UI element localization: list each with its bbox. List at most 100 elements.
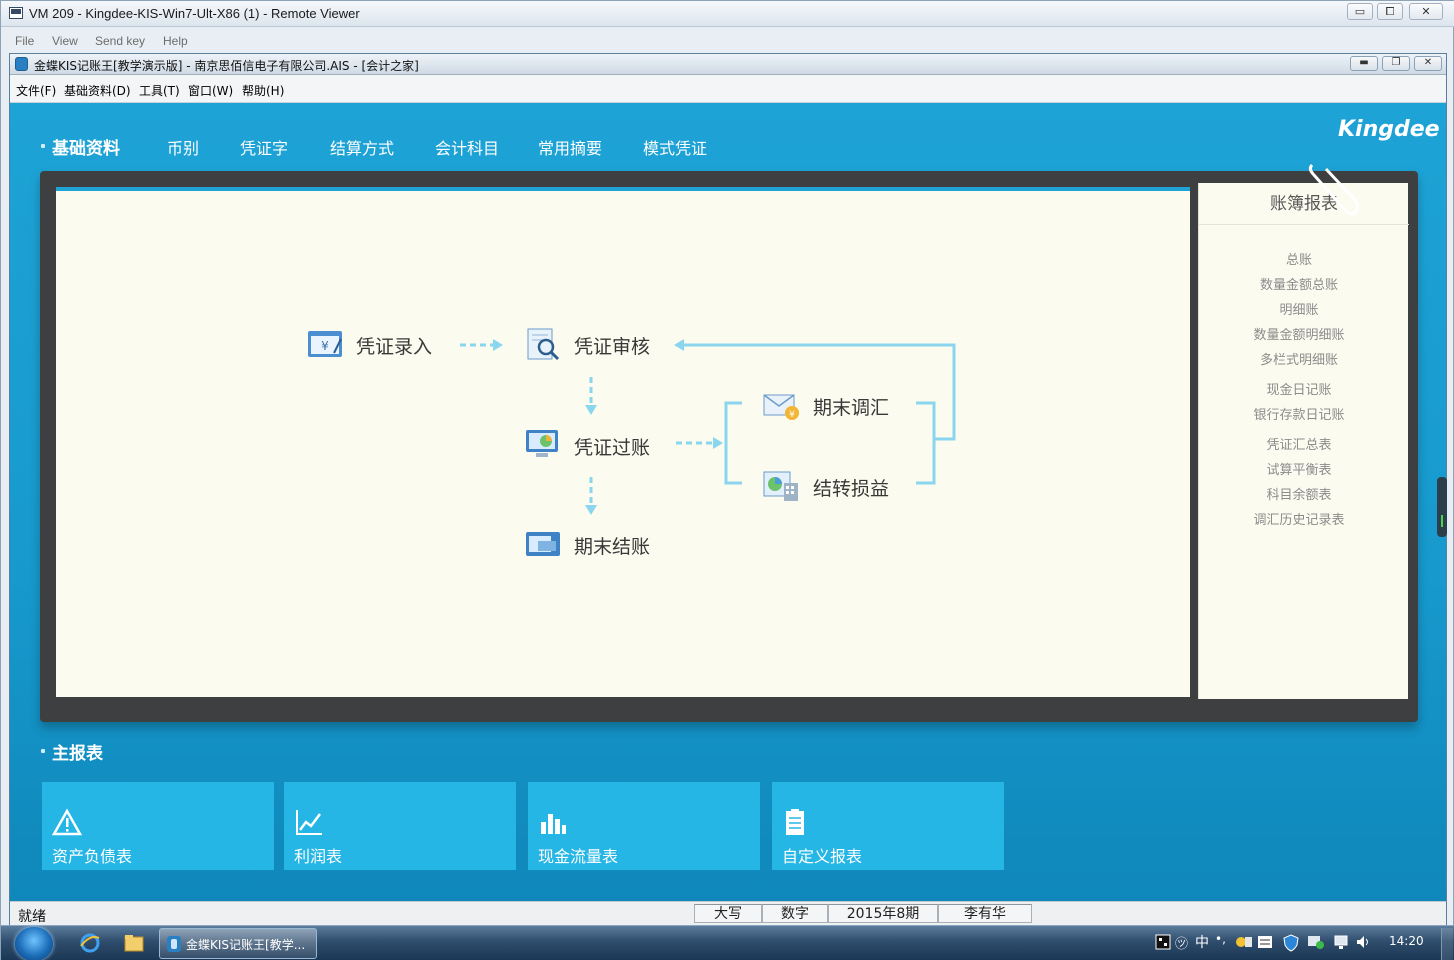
viewer-title-bar: VM 209 - Kingdee-KIS-Win7-Ult-X86 (1) - … bbox=[1, 1, 1454, 27]
period-close-icon[interactable] bbox=[524, 527, 562, 561]
ledger-multi-column[interactable]: 多栏式明细账 bbox=[1199, 349, 1399, 368]
windows-taskbar: 金蝶KIS记账王[教学... ㋡ 中 •, 14:20 bbox=[1, 925, 1454, 960]
ledger-bank-journal[interactable]: 银行存款日记账 bbox=[1199, 404, 1399, 423]
carry-forward-label[interactable]: 结转损益 bbox=[813, 474, 889, 501]
ime-toolbar-icon[interactable] bbox=[1235, 934, 1253, 950]
status-numlock: 数字 bbox=[762, 904, 828, 923]
kingdee-logo: Kingdee bbox=[1338, 117, 1440, 142]
viewer-maximize-button[interactable]: ⧠ bbox=[1377, 3, 1403, 20]
tab-common-summary[interactable]: 常用摘要 bbox=[538, 135, 602, 159]
paper-clip-icon bbox=[1308, 163, 1360, 216]
tile-balance-sheet[interactable]: 资产负债表 bbox=[42, 782, 274, 870]
period-close-label[interactable]: 期末结账 bbox=[574, 532, 650, 559]
tab-template-voucher[interactable]: 模式凭证 bbox=[643, 135, 707, 159]
period-adjust-label[interactable]: 期末调汇 bbox=[813, 393, 889, 420]
ledger-reports-panel: 账簿报表 总账 数量金额总账 明细账 数量金额明细账 多栏式明细账 现金日记账 … bbox=[1198, 183, 1409, 699]
menu-base-data[interactable]: 基础资料(D) bbox=[64, 82, 131, 99]
report-voucher-summary[interactable]: 凭证汇总表 bbox=[1199, 434, 1399, 453]
viewer-minimize-button[interactable]: ▭ bbox=[1347, 3, 1373, 20]
viewer-title: VM 209 - Kingdee-KIS-Win7-Ult-X86 (1) - … bbox=[29, 6, 360, 21]
status-bar: 就绪 大写 数字 2015年8期 李有华 bbox=[10, 901, 1446, 925]
app-restore-button[interactable]: ❐ bbox=[1382, 56, 1410, 71]
viewer-menu-help[interactable]: Help bbox=[163, 34, 188, 48]
remote-viewer-window: VM 209 - Kingdee-KIS-Win7-Ult-X86 (1) - … bbox=[0, 0, 1454, 960]
menu-help[interactable]: 帮助(H) bbox=[242, 82, 284, 99]
viewer-side-scrollbar[interactable] bbox=[1437, 477, 1447, 537]
viewer-menu-file[interactable]: File bbox=[15, 34, 34, 48]
tab-voucher-word[interactable]: 凭证字 bbox=[240, 135, 288, 159]
tile-income-statement-label: 利润表 bbox=[294, 847, 343, 866]
status-period: 2015年8期 bbox=[828, 904, 938, 923]
ime-punctuation-icon[interactable]: •, bbox=[1215, 932, 1226, 946]
line-chart-icon bbox=[296, 810, 322, 835]
file-explorer-icon[interactable] bbox=[123, 932, 145, 954]
tile-custom-report-label: 自定义报表 bbox=[782, 847, 863, 866]
tile-cash-flow-label: 现金流量表 bbox=[538, 847, 619, 866]
ledger-detail[interactable]: 明细账 bbox=[1199, 299, 1399, 318]
menu-file[interactable]: 文件(F) bbox=[16, 82, 56, 99]
input-method-icon[interactable] bbox=[1155, 934, 1171, 950]
internet-explorer-icon[interactable] bbox=[79, 932, 101, 954]
svg-text:¥: ¥ bbox=[321, 339, 329, 353]
workflow-canvas: ¥ 凭证录入 凭证审核 凭证过账 期末结账 ¥ 期末调汇 结转损益 bbox=[56, 187, 1190, 697]
section-bullet bbox=[41, 749, 45, 753]
app-minimize-button[interactable]: ▬ bbox=[1350, 56, 1378, 71]
menu-tools[interactable]: 工具(T) bbox=[139, 82, 180, 99]
report-trial-balance[interactable]: 试算平衡表 bbox=[1199, 459, 1399, 478]
bar-chart-icon bbox=[541, 814, 566, 834]
warning-triangle-icon bbox=[52, 808, 82, 836]
voucher-entry-icon[interactable]: ¥ bbox=[306, 327, 344, 361]
viewer-menu-view[interactable]: View bbox=[52, 34, 78, 48]
ime-mode-indicator: ㋡ bbox=[1175, 937, 1189, 952]
menu-window[interactable]: 窗口(W) bbox=[188, 82, 233, 99]
viewer-menu-bar: File View Send key Help bbox=[1, 31, 1454, 53]
taskbar-kis-app[interactable]: 金蝶KIS记账王[教学... bbox=[159, 928, 317, 959]
kingdee-app-icon bbox=[15, 57, 28, 71]
taskbar-clock[interactable]: 14:20 bbox=[1389, 934, 1424, 948]
reports-section-title: 主报表 bbox=[52, 744, 103, 764]
status-caps: 大写 bbox=[694, 904, 762, 923]
ledger-panel-title: 账簿报表 bbox=[1199, 183, 1409, 225]
kis-app-window: 金蝶KIS记账王[教学演示版] - 南京思佰信电子有限公司.AIS - [会计之… bbox=[9, 53, 1447, 925]
ledger-general[interactable]: 总账 bbox=[1199, 249, 1399, 268]
voucher-review-label[interactable]: 凭证审核 bbox=[574, 332, 650, 359]
ledger-cash-journal[interactable]: 现金日记账 bbox=[1199, 379, 1399, 398]
svg-text:¥: ¥ bbox=[789, 410, 795, 420]
status-ready: 就绪 bbox=[18, 909, 46, 925]
tile-balance-sheet-label: 资产负债表 bbox=[52, 847, 133, 866]
tile-income-statement[interactable]: 利润表 bbox=[284, 782, 516, 870]
tab-settlement-method[interactable]: 结算方式 bbox=[330, 135, 394, 159]
network-icon[interactable] bbox=[1333, 934, 1349, 950]
ime-language[interactable]: 中 bbox=[1195, 932, 1209, 952]
viewer-close-button[interactable]: ✕ bbox=[1409, 3, 1443, 20]
report-adjust-history[interactable]: 调汇历史记录表 bbox=[1199, 509, 1399, 528]
voucher-posting-icon[interactable] bbox=[524, 427, 562, 461]
base-section-title: 基础资料 bbox=[52, 139, 120, 159]
ime-settings-icon[interactable] bbox=[1257, 934, 1273, 950]
tab-currency[interactable]: 币别 bbox=[167, 135, 199, 159]
ledger-quantity-general[interactable]: 数量金额总账 bbox=[1199, 274, 1399, 293]
start-button[interactable] bbox=[15, 927, 53, 960]
carry-forward-icon[interactable] bbox=[762, 469, 800, 503]
viewer-menu-send-key[interactable]: Send key bbox=[95, 34, 145, 48]
report-account-balance[interactable]: 科目余额表 bbox=[1199, 484, 1399, 503]
action-center-icon[interactable] bbox=[1307, 934, 1325, 950]
taskbar-app-label: 金蝶KIS记账王[教学... bbox=[186, 938, 306, 952]
volume-icon[interactable] bbox=[1355, 934, 1371, 950]
main-area: 基础资料 币别 凭证字 结算方式 会计科目 常用摘要 模式凭证 Kingdee bbox=[10, 103, 1446, 901]
status-user: 李有华 bbox=[938, 904, 1032, 923]
tab-accounts[interactable]: 会计科目 bbox=[435, 135, 499, 159]
section-bullet bbox=[41, 144, 45, 148]
tile-custom-report[interactable]: 自定义报表 bbox=[772, 782, 1004, 870]
workflow-board: ¥ 凭证录入 凭证审核 凭证过账 期末结账 ¥ 期末调汇 结转损益 账簿报表 总… bbox=[40, 171, 1418, 722]
ledger-quantity-detail[interactable]: 数量金额明细账 bbox=[1199, 324, 1399, 343]
monitor-icon bbox=[9, 7, 23, 19]
tile-cash-flow[interactable]: 现金流量表 bbox=[528, 782, 760, 870]
period-adjust-icon[interactable]: ¥ bbox=[762, 387, 800, 421]
app-close-button[interactable]: ✕ bbox=[1414, 56, 1442, 71]
show-desktop-button[interactable] bbox=[1441, 928, 1453, 960]
voucher-posting-label[interactable]: 凭证过账 bbox=[574, 433, 650, 460]
voucher-review-icon[interactable] bbox=[524, 327, 562, 361]
security-shield-icon[interactable] bbox=[1283, 934, 1299, 952]
voucher-entry-label[interactable]: 凭证录入 bbox=[356, 332, 432, 359]
